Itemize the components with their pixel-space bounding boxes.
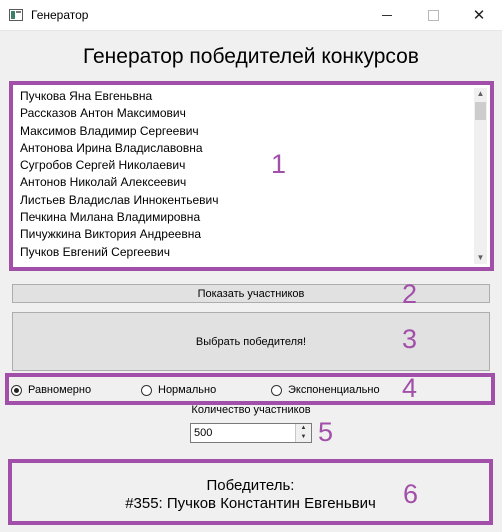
- scroll-down-icon[interactable]: ▼: [474, 252, 487, 264]
- callout-1: 1: [271, 149, 287, 179]
- participants-list-items: Пучкова Яна Евгеньвна Рассказов Антон Мак…: [17, 88, 473, 264]
- callout-5: 5: [318, 417, 334, 447]
- participants-list[interactable]: Пучкова Яна Евгеньвна Рассказов Антон Мак…: [9, 81, 494, 271]
- list-item[interactable]: Антонова Ирина Владиславовна: [17, 140, 473, 157]
- callout-3: 3: [402, 324, 418, 354]
- pick-winner-button[interactable]: Выбрать победителя!: [12, 312, 490, 371]
- maximize-button[interactable]: [410, 0, 456, 30]
- radio-exponential[interactable]: Экспоненциально: [271, 383, 380, 397]
- radio-uniform-label: Равномерно: [28, 384, 92, 396]
- radio-uniform-circle[interactable]: [11, 384, 22, 396]
- list-item[interactable]: Пучков Евгений Сергеевич: [17, 244, 473, 261]
- callout-2: 2: [402, 279, 418, 309]
- winner-panel: Победитель: #355: Пучков Константин Евге…: [8, 459, 493, 525]
- radio-normal-circle[interactable]: [141, 384, 152, 396]
- callout-4: 4: [402, 373, 418, 403]
- list-item[interactable]: Рассказов Антон Максимович: [17, 105, 473, 122]
- radio-exponential-circle[interactable]: [271, 384, 282, 396]
- minimize-icon: [382, 14, 392, 16]
- window-title: Генератор: [31, 8, 89, 22]
- radio-normal[interactable]: Нормально: [141, 383, 216, 397]
- page-title: Генератор победителей конкурсов: [83, 45, 419, 68]
- close-button[interactable]: ✕: [456, 0, 502, 30]
- participant-count-spinbox[interactable]: ▲ ▼: [190, 423, 312, 443]
- radio-exponential-label: Экспоненциально: [288, 384, 380, 396]
- participant-count-label: Количество участников: [191, 404, 311, 416]
- participant-count-input[interactable]: [191, 424, 295, 442]
- show-participants-button[interactable]: Показать участников: [12, 284, 490, 303]
- list-item[interactable]: Антонов Николай Алексеевич: [17, 174, 473, 191]
- radio-uniform[interactable]: Равномерно: [11, 383, 91, 397]
- list-item[interactable]: Листьев Владислав Иннокентьевич: [17, 192, 473, 209]
- scroll-thumb[interactable]: [475, 102, 486, 120]
- list-item[interactable]: Сугробов Сергей Николаевич: [17, 157, 473, 174]
- list-item[interactable]: Пичужкина Виктория Андреевна: [17, 226, 473, 243]
- spin-down-icon[interactable]: ▼: [295, 433, 311, 442]
- callout-6: 6: [403, 479, 419, 509]
- list-scrollbar[interactable]: ▲ ▼: [474, 88, 487, 264]
- list-item[interactable]: Сергеев Антон Владимирович: [17, 261, 473, 264]
- maximize-icon: [427, 9, 439, 21]
- list-item[interactable]: Пучкова Яна Евгеньвна: [17, 88, 473, 105]
- list-item[interactable]: Печкина Милана Владимировна: [17, 209, 473, 226]
- distribution-group: Равномерно Нормально Экспоненциально: [5, 373, 495, 405]
- scroll-up-icon[interactable]: ▲: [474, 88, 487, 100]
- spin-up-icon[interactable]: ▲: [295, 424, 311, 433]
- title-bar: Генератор ✕: [0, 0, 502, 31]
- minimize-button[interactable]: [364, 0, 410, 30]
- app-icon: [9, 9, 23, 21]
- list-item[interactable]: Максимов Владимир Сергеевич: [17, 123, 473, 140]
- radio-normal-label: Нормально: [158, 384, 217, 396]
- close-icon: ✕: [472, 6, 486, 24]
